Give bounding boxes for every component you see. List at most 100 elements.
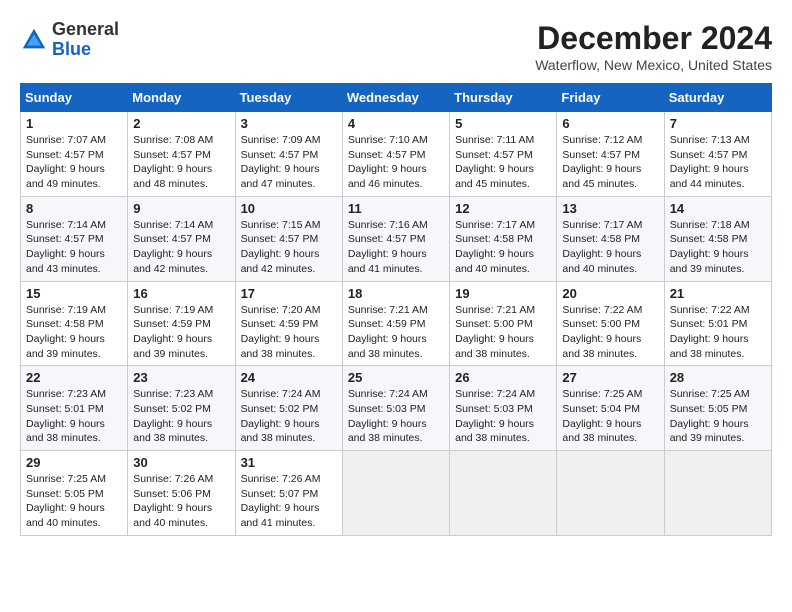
sunrise-label: Sunrise: 7:25 AM	[670, 388, 750, 400]
calendar-cell: 23 Sunrise: 7:23 AM Sunset: 5:02 PM Dayl…	[128, 366, 235, 451]
calendar-cell: 2 Sunrise: 7:08 AM Sunset: 4:57 PM Dayli…	[128, 112, 235, 197]
day-number: 21	[670, 286, 766, 301]
daylight-label: Daylight: 9 hours and 38 minutes.	[241, 333, 320, 360]
day-info: Sunrise: 7:08 AM Sunset: 4:57 PM Dayligh…	[133, 133, 229, 192]
day-number: 10	[241, 201, 337, 216]
daylight-label: Daylight: 9 hours and 40 minutes.	[133, 502, 212, 529]
day-number: 27	[562, 370, 658, 385]
day-info: Sunrise: 7:14 AM Sunset: 4:57 PM Dayligh…	[133, 218, 229, 277]
sunrise-label: Sunrise: 7:20 AM	[241, 304, 321, 316]
sunset-label: Sunset: 5:05 PM	[26, 488, 104, 500]
day-number: 12	[455, 201, 551, 216]
day-number: 9	[133, 201, 229, 216]
day-info: Sunrise: 7:25 AM Sunset: 5:05 PM Dayligh…	[26, 472, 122, 531]
day-number: 5	[455, 116, 551, 131]
sunrise-label: Sunrise: 7:23 AM	[26, 388, 106, 400]
calendar-cell: 11 Sunrise: 7:16 AM Sunset: 4:57 PM Dayl…	[342, 196, 449, 281]
calendar-cell: 8 Sunrise: 7:14 AM Sunset: 4:57 PM Dayli…	[21, 196, 128, 281]
day-number: 7	[670, 116, 766, 131]
sunset-label: Sunset: 5:03 PM	[455, 403, 533, 415]
calendar-cell: 18 Sunrise: 7:21 AM Sunset: 4:59 PM Dayl…	[342, 281, 449, 366]
day-info: Sunrise: 7:16 AM Sunset: 4:57 PM Dayligh…	[348, 218, 444, 277]
logo-icon	[20, 26, 48, 54]
daylight-label: Daylight: 9 hours and 46 minutes.	[348, 163, 427, 190]
calendar-cell: 6 Sunrise: 7:12 AM Sunset: 4:57 PM Dayli…	[557, 112, 664, 197]
daylight-label: Daylight: 9 hours and 38 minutes.	[670, 333, 749, 360]
calendar-cell: 22 Sunrise: 7:23 AM Sunset: 5:01 PM Dayl…	[21, 366, 128, 451]
weekday-header-friday: Friday	[557, 84, 664, 112]
week-row-3: 15 Sunrise: 7:19 AM Sunset: 4:58 PM Dayl…	[21, 281, 772, 366]
sunrise-label: Sunrise: 7:25 AM	[562, 388, 642, 400]
day-info: Sunrise: 7:20 AM Sunset: 4:59 PM Dayligh…	[241, 303, 337, 362]
sunrise-label: Sunrise: 7:16 AM	[348, 219, 428, 231]
day-info: Sunrise: 7:12 AM Sunset: 4:57 PM Dayligh…	[562, 133, 658, 192]
calendar-cell: 17 Sunrise: 7:20 AM Sunset: 4:59 PM Dayl…	[235, 281, 342, 366]
calendar-cell: 7 Sunrise: 7:13 AM Sunset: 4:57 PM Dayli…	[664, 112, 771, 197]
sunrise-label: Sunrise: 7:22 AM	[562, 304, 642, 316]
daylight-label: Daylight: 9 hours and 38 minutes.	[26, 418, 105, 445]
calendar-cell	[450, 451, 557, 536]
daylight-label: Daylight: 9 hours and 48 minutes.	[133, 163, 212, 190]
day-number: 22	[26, 370, 122, 385]
sunrise-label: Sunrise: 7:18 AM	[670, 219, 750, 231]
sunrise-label: Sunrise: 7:21 AM	[348, 304, 428, 316]
logo: General Blue	[20, 20, 119, 60]
sunrise-label: Sunrise: 7:14 AM	[133, 219, 213, 231]
day-info: Sunrise: 7:13 AM Sunset: 4:57 PM Dayligh…	[670, 133, 766, 192]
day-info: Sunrise: 7:24 AM Sunset: 5:02 PM Dayligh…	[241, 387, 337, 446]
header: General Blue December 2024 Waterflow, Ne…	[20, 20, 772, 73]
calendar-cell: 19 Sunrise: 7:21 AM Sunset: 5:00 PM Dayl…	[450, 281, 557, 366]
sunrise-label: Sunrise: 7:24 AM	[241, 388, 321, 400]
calendar-cell	[664, 451, 771, 536]
day-number: 24	[241, 370, 337, 385]
day-number: 2	[133, 116, 229, 131]
weekday-header-row: SundayMondayTuesdayWednesdayThursdayFrid…	[21, 84, 772, 112]
location: Waterflow, New Mexico, United States	[535, 57, 772, 73]
day-info: Sunrise: 7:14 AM Sunset: 4:57 PM Dayligh…	[26, 218, 122, 277]
week-row-5: 29 Sunrise: 7:25 AM Sunset: 5:05 PM Dayl…	[21, 451, 772, 536]
calendar-cell: 12 Sunrise: 7:17 AM Sunset: 4:58 PM Dayl…	[450, 196, 557, 281]
day-number: 19	[455, 286, 551, 301]
sunset-label: Sunset: 4:59 PM	[348, 318, 426, 330]
sunset-label: Sunset: 5:01 PM	[670, 318, 748, 330]
sunrise-label: Sunrise: 7:25 AM	[26, 473, 106, 485]
daylight-label: Daylight: 9 hours and 38 minutes.	[348, 418, 427, 445]
daylight-label: Daylight: 9 hours and 43 minutes.	[26, 248, 105, 275]
sunset-label: Sunset: 4:57 PM	[455, 149, 533, 161]
daylight-label: Daylight: 9 hours and 38 minutes.	[241, 418, 320, 445]
daylight-label: Daylight: 9 hours and 38 minutes.	[562, 333, 641, 360]
daylight-label: Daylight: 9 hours and 39 minutes.	[670, 418, 749, 445]
day-info: Sunrise: 7:21 AM Sunset: 5:00 PM Dayligh…	[455, 303, 551, 362]
daylight-label: Daylight: 9 hours and 42 minutes.	[133, 248, 212, 275]
sunset-label: Sunset: 4:58 PM	[455, 233, 533, 245]
calendar-cell: 20 Sunrise: 7:22 AM Sunset: 5:00 PM Dayl…	[557, 281, 664, 366]
day-number: 31	[241, 455, 337, 470]
title-block: December 2024 Waterflow, New Mexico, Uni…	[535, 20, 772, 73]
day-number: 3	[241, 116, 337, 131]
week-row-4: 22 Sunrise: 7:23 AM Sunset: 5:01 PM Dayl…	[21, 366, 772, 451]
day-number: 15	[26, 286, 122, 301]
day-number: 8	[26, 201, 122, 216]
daylight-label: Daylight: 9 hours and 47 minutes.	[241, 163, 320, 190]
month-title: December 2024	[535, 20, 772, 57]
day-info: Sunrise: 7:07 AM Sunset: 4:57 PM Dayligh…	[26, 133, 122, 192]
calendar-cell: 16 Sunrise: 7:19 AM Sunset: 4:59 PM Dayl…	[128, 281, 235, 366]
day-info: Sunrise: 7:17 AM Sunset: 4:58 PM Dayligh…	[562, 218, 658, 277]
daylight-label: Daylight: 9 hours and 39 minutes.	[670, 248, 749, 275]
daylight-label: Daylight: 9 hours and 45 minutes.	[562, 163, 641, 190]
sunset-label: Sunset: 4:57 PM	[26, 233, 104, 245]
day-info: Sunrise: 7:15 AM Sunset: 4:57 PM Dayligh…	[241, 218, 337, 277]
sunrise-label: Sunrise: 7:10 AM	[348, 134, 428, 146]
sunset-label: Sunset: 4:57 PM	[133, 233, 211, 245]
sunset-label: Sunset: 5:06 PM	[133, 488, 211, 500]
calendar-cell: 3 Sunrise: 7:09 AM Sunset: 4:57 PM Dayli…	[235, 112, 342, 197]
day-number: 26	[455, 370, 551, 385]
day-info: Sunrise: 7:25 AM Sunset: 5:05 PM Dayligh…	[670, 387, 766, 446]
calendar-cell: 29 Sunrise: 7:25 AM Sunset: 5:05 PM Dayl…	[21, 451, 128, 536]
page-container: General Blue December 2024 Waterflow, Ne…	[20, 20, 772, 536]
sunset-label: Sunset: 5:02 PM	[241, 403, 319, 415]
day-number: 23	[133, 370, 229, 385]
sunset-label: Sunset: 4:57 PM	[241, 149, 319, 161]
daylight-label: Daylight: 9 hours and 41 minutes.	[241, 502, 320, 529]
sunset-label: Sunset: 4:59 PM	[241, 318, 319, 330]
